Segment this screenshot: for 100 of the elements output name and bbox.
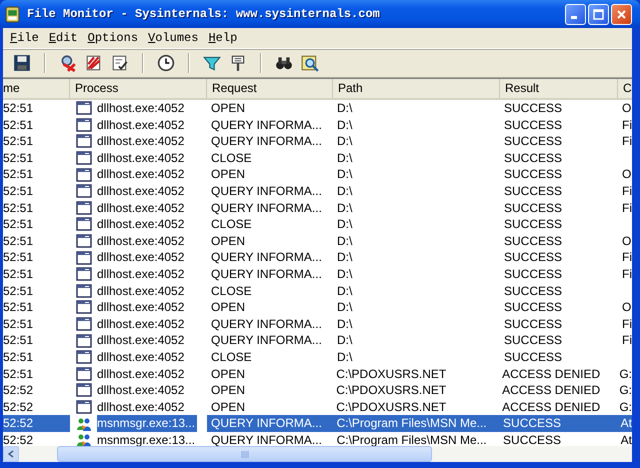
table-cell-text: O <box>621 166 632 183</box>
window-icon <box>76 332 92 349</box>
table-cell: dllhost.exe:4052 <box>97 348 184 366</box>
table-cell: dllhost.exe:4052 <box>97 182 184 200</box>
menu-item[interactable]: Edit <box>44 31 83 45</box>
menu-item[interactable]: Help <box>203 31 242 45</box>
table-cell-text: QUERY INFORMA... <box>210 249 323 266</box>
column-header[interactable]: C <box>618 79 632 98</box>
table-cell-text: OPEN <box>210 299 246 316</box>
table-cell-text: QUERY INFORMA... <box>210 415 323 432</box>
table-cell-text: At <box>620 432 632 446</box>
menu-item[interactable]: Options <box>82 31 144 45</box>
table-cell-text: SUCCESS <box>502 415 562 432</box>
table-cell-text: 52:51 <box>3 116 34 134</box>
window-icon <box>76 316 92 332</box>
table-cell-text: C:\PDOXUSRS.NET <box>335 382 448 399</box>
table-cell-text: D:\ <box>336 249 354 266</box>
table-cell-text: SUCCESS <box>503 266 564 283</box>
table-cell-text: G: <box>618 398 632 416</box>
close-icon <box>616 8 627 20</box>
table-cell: dllhost.exe:4052 <box>97 266 184 283</box>
table-cell-text: 52:51 <box>3 299 34 316</box>
window-icon <box>76 233 92 250</box>
table-cell-text: Fi <box>621 332 632 349</box>
striped-page-icon[interactable] <box>85 54 103 72</box>
table-cell-text: OPEN <box>210 166 246 183</box>
find-document-icon[interactable] <box>301 54 319 72</box>
table-cell-text: 52:51 <box>3 150 34 166</box>
table-cell-text: O <box>621 299 632 316</box>
table-cell: dllhost.exe:4052 <box>97 200 184 216</box>
column-header[interactable]: Request <box>207 79 333 98</box>
table-cell-text: O <box>621 232 632 250</box>
checklist-icon[interactable] <box>111 54 129 72</box>
table-cell-text: D:\ <box>336 282 354 300</box>
table-cell-text: SUCCESS <box>503 182 564 200</box>
table-cell-text: CLOSE <box>210 348 253 366</box>
table-cell-text: OPEN <box>210 100 246 117</box>
window-icon <box>76 349 92 366</box>
save-icon[interactable] <box>13 54 31 72</box>
table-cell-text: 52:51 <box>3 332 34 349</box>
scroll-left-button[interactable] <box>3 446 19 462</box>
table-cell-text: 52:51 <box>3 316 34 332</box>
close-button[interactable] <box>611 4 632 24</box>
table-cell-text: SUCCESS <box>503 133 564 150</box>
window-title: File Monitor - Sysinternals: www.sysinternals.com <box>27 7 381 21</box>
window-icon <box>76 282 92 299</box>
window-icon <box>76 382 92 398</box>
table-cell-text: C:\Program Files\MSN Me... <box>336 415 488 432</box>
window-icon <box>76 183 92 200</box>
column-header[interactable]: Process <box>70 79 207 98</box>
table-cell-text: 52:51 <box>3 166 34 183</box>
table-cell-text: C:\Program Files\MSN Me... <box>336 432 488 446</box>
scrollbar-thumb[interactable] <box>57 446 432 462</box>
table-cell-text: QUERY INFORMA... <box>210 432 323 446</box>
table-cell-text: 52:51 <box>3 200 34 216</box>
table-cell: msnmsgr.exe:13... <box>97 432 196 446</box>
table-cell-text: C:\PDOXUSRS.NET <box>335 366 448 382</box>
table-cell-text: 52:51 <box>3 266 34 283</box>
window-icon <box>76 200 92 216</box>
menu-item[interactable]: Volumes <box>143 31 204 45</box>
table-cell-text: At <box>620 415 632 432</box>
table-cell-text: SUCCESS <box>503 166 564 183</box>
table-cell-text: OPEN <box>210 398 246 416</box>
table-cell-text: Fi <box>621 266 632 283</box>
minimize-button[interactable] <box>565 4 586 24</box>
table-cell-text: 52:51 <box>3 232 34 250</box>
table-cell-text: 52:51 <box>3 133 34 150</box>
table-cell-text: SUCCESS <box>503 348 564 366</box>
window-icon <box>76 216 92 232</box>
window-icon <box>76 266 92 282</box>
maximize-button[interactable] <box>588 4 609 24</box>
table-cell-text: Fi <box>621 200 632 216</box>
table-cell: dllhost.exe:4052 <box>97 282 184 300</box>
table-cell-text: ACCESS DENIED <box>501 366 602 382</box>
clock-icon[interactable] <box>157 54 175 72</box>
column-header[interactable]: me <box>3 79 70 98</box>
table-cell-text: SUCCESS <box>503 116 564 134</box>
table-cell-text: G: <box>618 366 632 382</box>
table-cell: dllhost.exe:4052 <box>97 133 184 150</box>
table-cell-text: D:\ <box>336 266 354 283</box>
maximize-icon <box>593 8 604 20</box>
filter-icon[interactable] <box>203 54 221 72</box>
column-header[interactable]: Path <box>333 79 500 98</box>
table-cell-text: SUCCESS <box>503 200 564 216</box>
table-cell-text: SUCCESS <box>503 316 564 332</box>
app-icon <box>4 6 21 22</box>
table-cell-text: SUCCESS <box>503 249 564 266</box>
table-cell-text: 52:52 <box>3 398 34 416</box>
table-cell-text: 52:51 <box>3 249 34 266</box>
table-cell-text: 52:51 <box>3 100 34 117</box>
table-cell-text: 52:51 <box>3 216 34 233</box>
table-cell: dllhost.exe:4052 <box>97 249 184 266</box>
table-cell-text: CLOSE <box>210 282 253 300</box>
marker-icon[interactable] <box>229 54 247 72</box>
magnifier-cross-icon[interactable] <box>59 54 77 72</box>
column-header[interactable]: Result <box>500 79 618 98</box>
table-cell-text: QUERY INFORMA... <box>210 332 323 349</box>
menu-item[interactable]: File <box>5 31 44 45</box>
table-cell-text: 52:52 <box>3 382 34 399</box>
window-icon <box>76 150 92 166</box>
